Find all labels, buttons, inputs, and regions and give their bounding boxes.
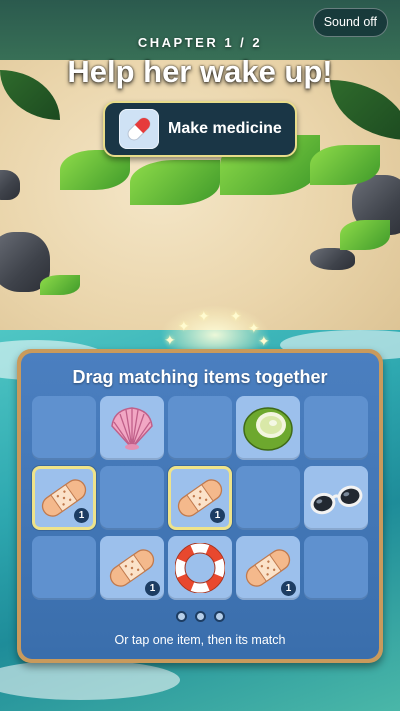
pill-icon [119,109,159,149]
board-cell-bandage[interactable]: 1 [236,536,300,600]
board-cell-empty[interactable] [236,466,300,530]
rock [310,248,355,270]
merge-board: Drag matching items together 1 1 1 1 Or tap… [21,353,379,659]
board-cell-empty[interactable] [32,536,96,600]
board-cell-empty[interactable] [168,396,232,460]
sparkle-icon: ✦ [178,318,190,334]
page-indicator [21,611,379,622]
item-level-badge: 1 [210,508,225,523]
goal-label: Make medicine [168,120,282,137]
bush [340,220,390,250]
item-grid: 1 1 1 1 [32,396,368,600]
board-hint: Or tap one item, then its match [114,633,286,647]
chapter-label: CHAPTER 1 / 2 [137,35,263,50]
sparkle-icon: ✦ [164,332,176,348]
sparkle-icon: ✦ [198,308,210,324]
board-cell-seashell[interactable] [100,396,164,460]
board-cell-bandage[interactable]: 1 [168,466,232,530]
item-level-badge: 1 [145,581,160,596]
bush [310,145,380,185]
goal-card[interactable]: Make medicine [103,101,297,157]
sparkle-icon: ✦ [258,333,270,349]
sound-toggle-button[interactable]: Sound off [312,8,388,37]
page-dot[interactable] [213,611,225,622]
board-cell-empty[interactable] [304,536,368,600]
board-cell-sunglasses[interactable] [304,466,368,530]
item-level-badge: 1 [281,581,296,596]
page-dot[interactable] [194,611,206,622]
board-cell-coconut[interactable] [236,396,300,460]
board-cell-empty[interactable] [100,466,164,530]
item-level-badge: 1 [74,508,89,523]
page-title: Help her wake up! [67,54,333,89]
board-cell-lifebuoy[interactable] [168,536,232,600]
board-cell-bandage[interactable]: 1 [100,536,164,600]
bush [40,275,80,295]
merge-board-panel: Drag matching items together 1 1 1 1 Or tap… [17,349,383,663]
board-cell-empty[interactable] [304,396,368,460]
board-cell-empty[interactable] [32,396,96,460]
bush [130,160,220,205]
board-instruction: Drag matching items together [72,367,328,387]
sparkle-icon: ✦ [230,308,242,324]
page-dot[interactable] [175,611,187,622]
board-cell-bandage[interactable]: 1 [32,466,96,530]
